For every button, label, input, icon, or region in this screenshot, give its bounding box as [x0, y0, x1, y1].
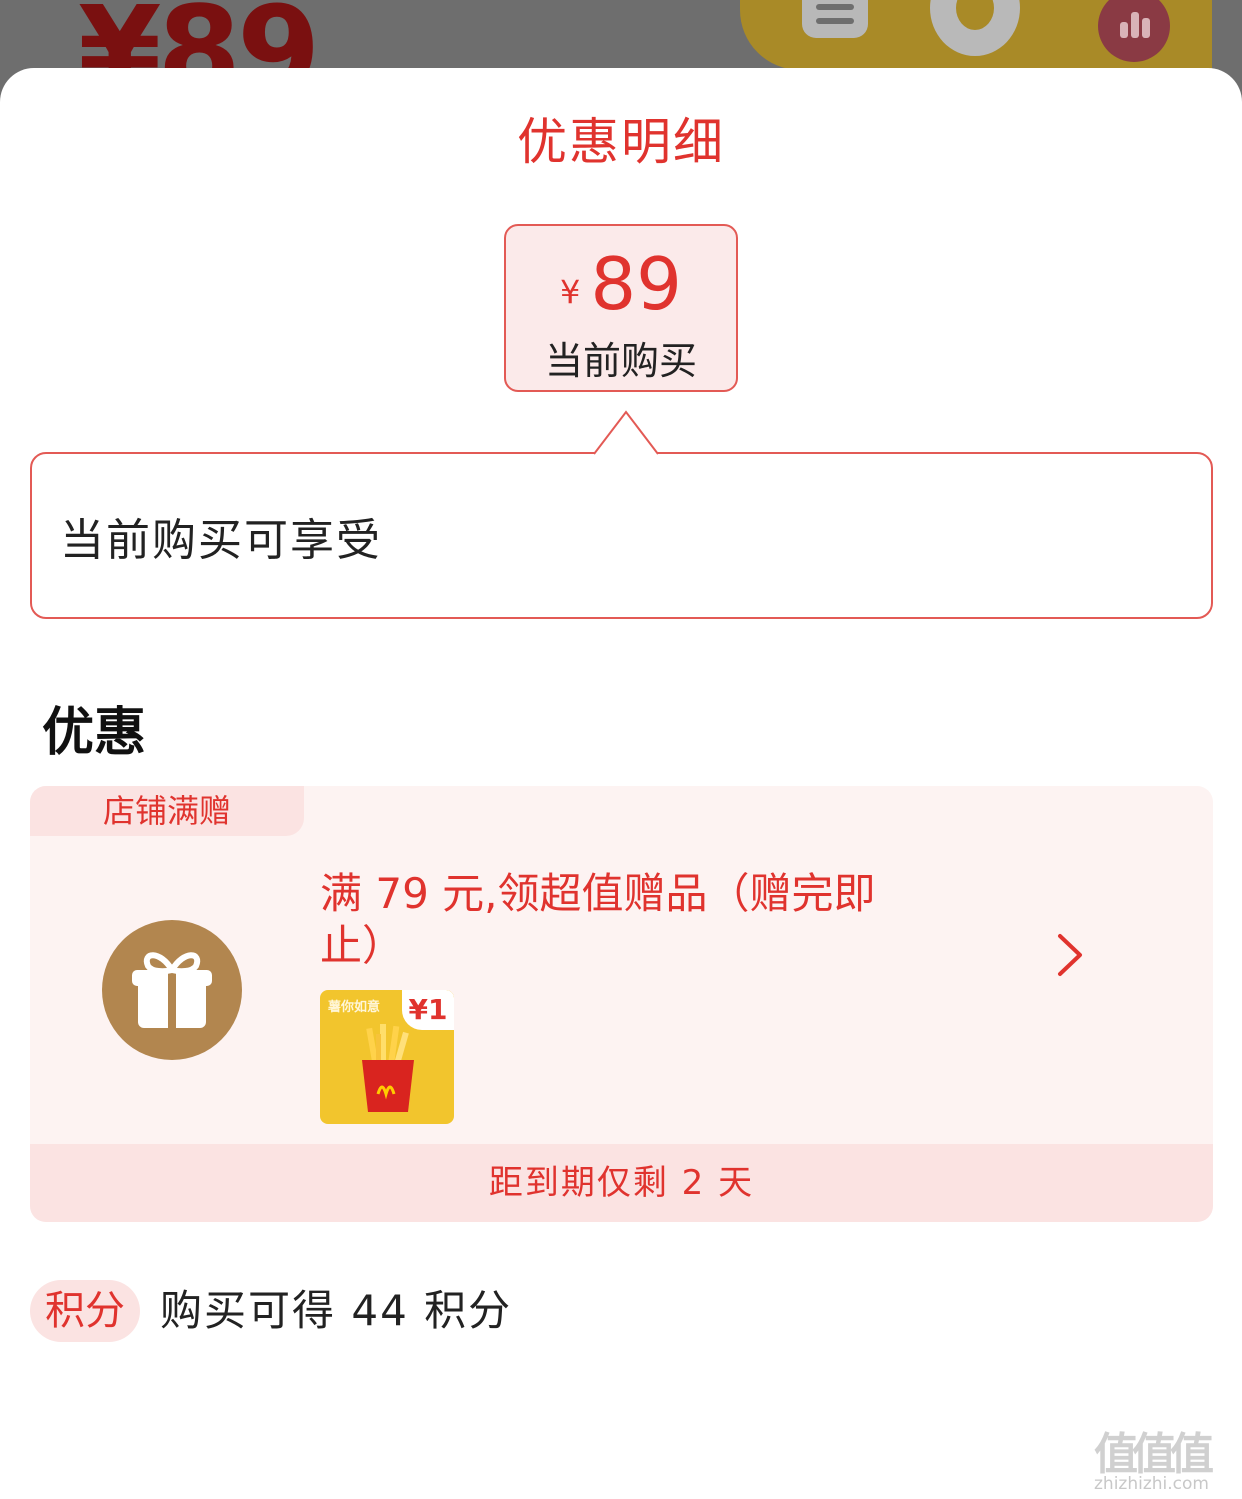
watermark: 值值值 zhizhizhi.com [1092, 1418, 1242, 1498]
watermark-url: zhizhizhi.com [1094, 1474, 1209, 1494]
points-badge: 积分 [30, 1280, 140, 1342]
promo-card[interactable]: 店铺满赠 满 79 元,领超值赠品（赠完即止） 薯你如意 ¥1 距到期仅剩 2 … [30, 786, 1213, 1222]
gift-thumbnail[interactable]: 薯你如意 ¥1 [320, 990, 454, 1124]
fries-icon [362, 1024, 414, 1112]
benefits-text: 当前购买可享受 [60, 515, 382, 566]
thumbnail-caption: 薯你如意 [328, 1000, 381, 1015]
promo-tag: 店铺满赠 [30, 786, 304, 836]
current-price-card[interactable]: ¥89 当前购买 [504, 224, 738, 392]
chevron-right-icon[interactable] [1050, 930, 1090, 980]
current-price-label: 当前购买 [544, 339, 697, 383]
sheet-title: 优惠明细 [517, 113, 725, 171]
watermark-logo: 值值值 [1094, 1429, 1214, 1480]
points-text: 购买可得 44 积分 [160, 1286, 513, 1335]
currency-symbol: ¥ [560, 273, 581, 311]
document-icon [802, 0, 868, 38]
discount-detail-sheet: 优惠明细 ¥89 当前购买 当前购买可享受 优惠 店铺满赠 满 79 元,领超值… [0, 68, 1242, 1499]
price-line: ¥89 [506, 242, 736, 326]
current-price: 89 [590, 242, 682, 326]
bubble-pointer [594, 410, 658, 455]
section-title-discount: 优惠 [42, 703, 147, 763]
promo-description: 满 79 元,领超值赠品（赠完即止） [320, 869, 876, 970]
gift-icon [102, 920, 242, 1060]
promo-expiry: 距到期仅剩 2 天 [30, 1144, 1213, 1222]
benefits-bubble: 当前购买可享受 [30, 410, 1213, 619]
